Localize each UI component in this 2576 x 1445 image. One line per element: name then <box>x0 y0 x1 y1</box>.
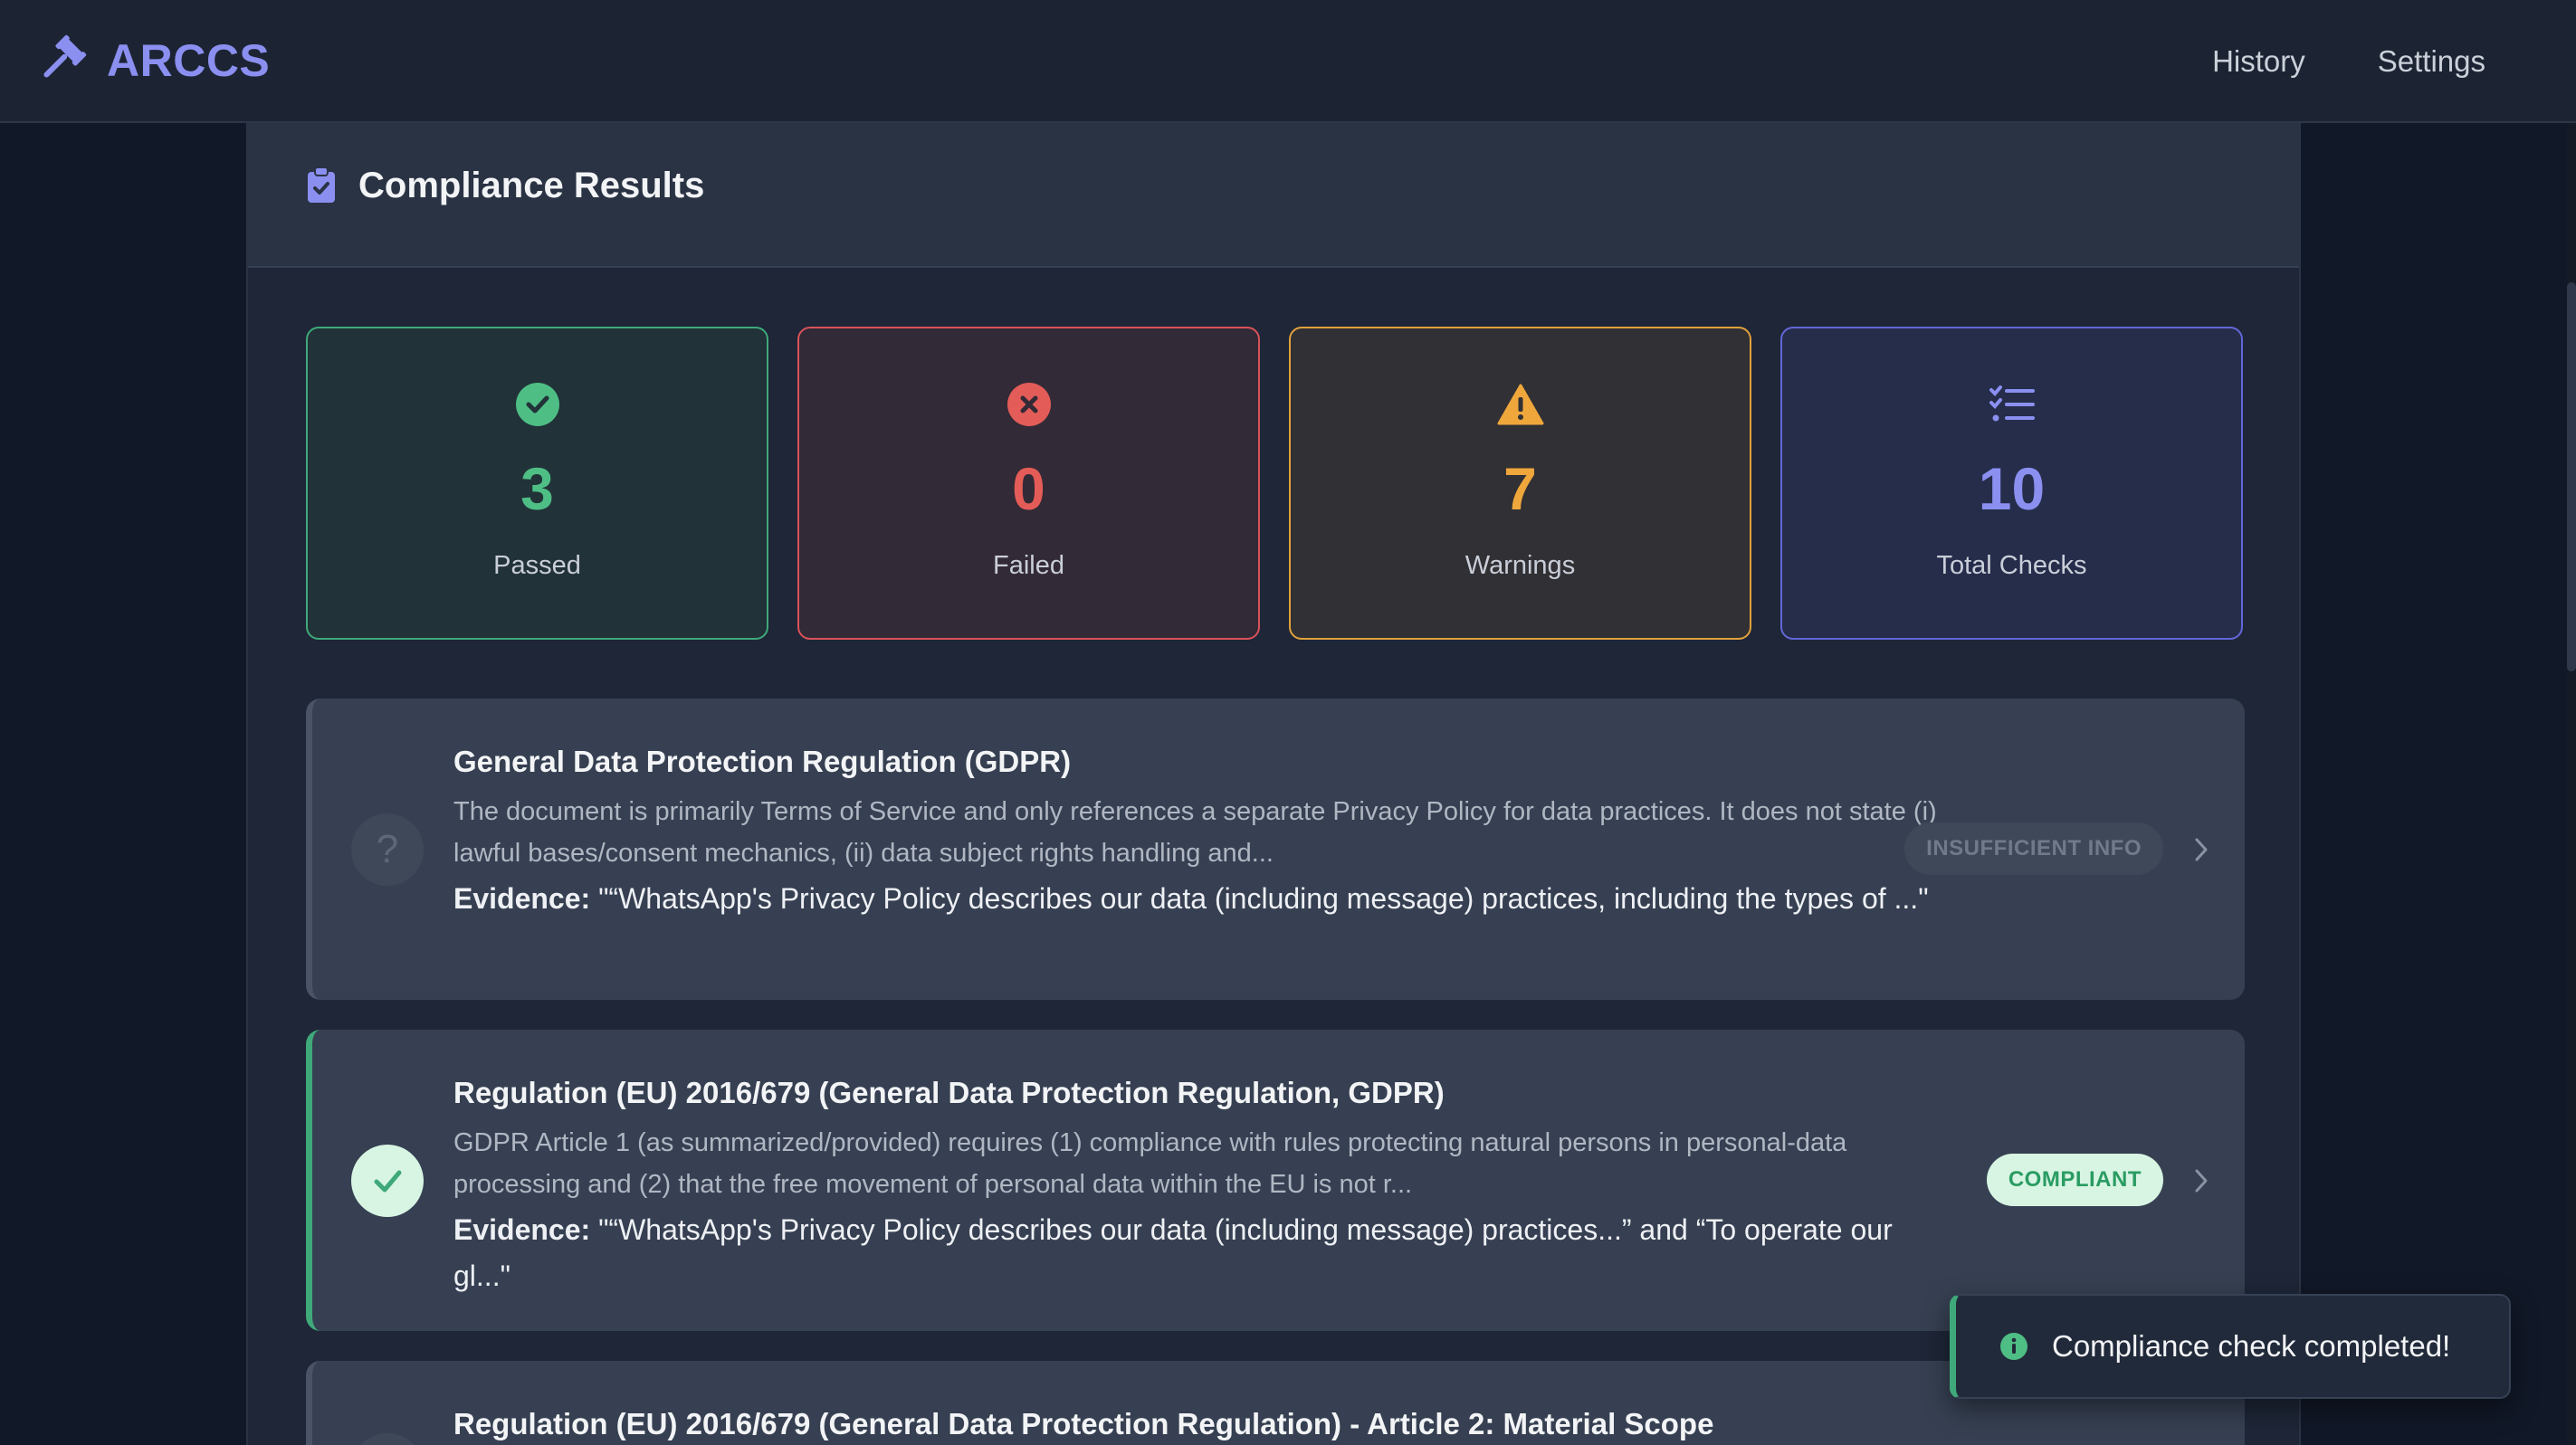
panel-header: Compliance Results <box>248 123 2299 268</box>
result-item[interactable]: ? General Data Protection Regulation (GD… <box>306 699 2245 1000</box>
stat-label: Warnings <box>1465 551 1576 580</box>
stat-card-warnings: 7 Warnings <box>1289 327 1751 640</box>
nav-settings-link[interactable]: Settings <box>2378 44 2485 79</box>
stat-value: 0 <box>1012 455 1045 522</box>
evidence-label: Evidence: <box>453 882 591 915</box>
brand[interactable]: ARCCS <box>34 34 270 87</box>
result-evidence: Evidence: "“WhatsApp's Privacy Policy de… <box>453 876 1938 922</box>
result-item[interactable]: Regulation (EU) 2016/679 (General Data P… <box>306 1030 2245 1331</box>
result-title: Regulation (EU) 2016/679 (General Data P… <box>453 1076 1445 1109</box>
chevron-right-icon[interactable] <box>2185 832 2218 868</box>
info-icon <box>1999 1332 2028 1361</box>
stat-label: Failed <box>993 551 1064 580</box>
panel-title: Compliance Results <box>358 165 705 205</box>
checklist-icon <box>1989 381 2036 428</box>
evidence-text: "“WhatsApp's Privacy Policy describes ou… <box>453 1213 1893 1292</box>
stat-label: Passed <box>493 551 581 580</box>
result-title: Regulation (EU) 2016/679 (General Data P… <box>453 1407 1714 1440</box>
warning-icon <box>1497 381 1544 428</box>
result-evidence: Evidence: "“WhatsApp's Privacy Policy de… <box>453 1207 1938 1299</box>
toast-notification[interactable]: Compliance check completed! <box>1950 1294 2511 1399</box>
x-circle-icon <box>1006 381 1053 428</box>
stat-value: 10 <box>1978 455 2046 522</box>
evidence-text: "“WhatsApp's Privacy Policy describes ou… <box>590 882 1929 915</box>
top-navbar: ARCCS History Settings <box>0 0 2576 123</box>
compliance-results-panel: Compliance Results 3 Passed 0 Failed 7 W… <box>246 123 2301 1445</box>
status-badge: COMPLIANT <box>1986 1154 2163 1206</box>
clipboard-check-icon <box>306 166 337 204</box>
stat-card-passed: 3 Passed <box>306 327 768 640</box>
status-icon <box>351 1433 424 1445</box>
app-name: ARCCS <box>107 35 271 86</box>
chevron-right-icon[interactable] <box>2185 1163 2218 1199</box>
evidence-label: Evidence: <box>453 1213 591 1246</box>
question-icon: ? <box>351 813 424 886</box>
scrollbar-thumb[interactable] <box>2567 282 2576 671</box>
check-circle-icon <box>514 381 561 428</box>
stat-card-total-checks: 10 Total Checks <box>1780 327 2243 640</box>
gavel-icon <box>34 34 87 87</box>
stats-row: 3 Passed 0 Failed 7 Warnings 10 Total Ch… <box>306 327 2243 640</box>
status-badge: INSUFFICIENT INFO <box>1904 822 2163 875</box>
toast-message: Compliance check completed! <box>2052 1329 2451 1363</box>
stat-card-failed: 0 Failed <box>797 327 1260 640</box>
check-icon <box>351 1145 424 1217</box>
stat-label: Total Checks <box>1936 551 2087 580</box>
stat-value: 7 <box>1503 455 1537 522</box>
result-description: The document is primarily Terms of Servi… <box>453 797 1937 868</box>
nav-history-link[interactable]: History <box>2212 44 2305 79</box>
result-description: GDPR Article 1 (as summarized/provided) … <box>453 1128 1847 1199</box>
stat-value: 3 <box>520 455 554 522</box>
result-title: General Data Protection Regulation (GDPR… <box>453 745 1072 778</box>
